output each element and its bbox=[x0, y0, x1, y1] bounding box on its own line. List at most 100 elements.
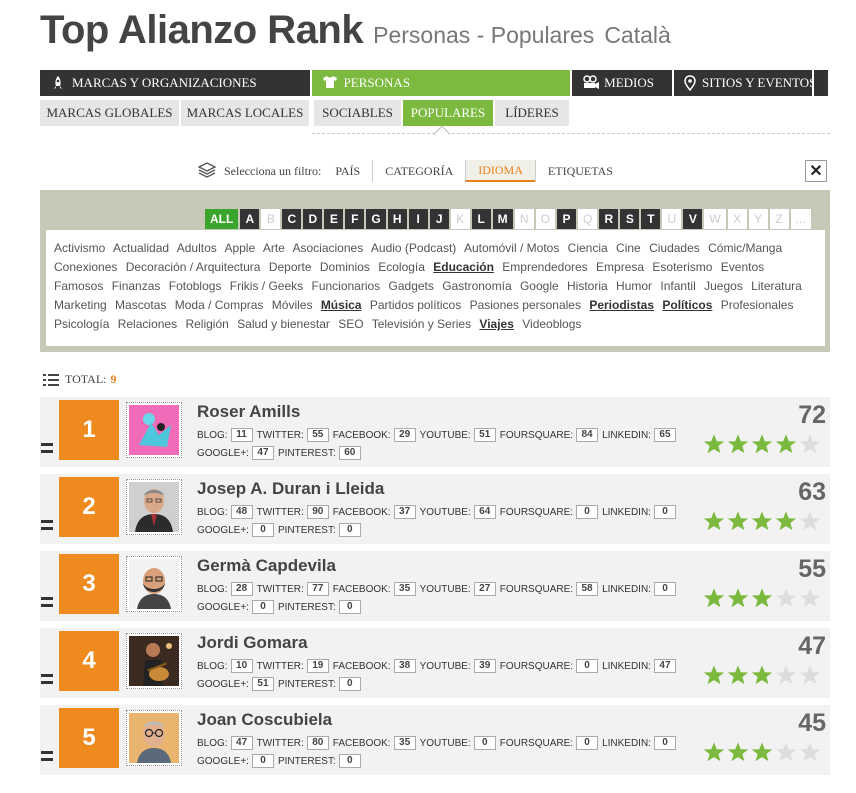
tab-marcas-locales[interactable]: MARCAS LOCALES bbox=[181, 100, 309, 126]
ranking-row[interactable]: 3 Germà Capdevila BLOG: 28 TWITTER: 77 FACEBOO… bbox=[40, 551, 830, 621]
tag-link[interactable]: Finanzas bbox=[112, 279, 161, 293]
tag-link[interactable]: Partidos políticos bbox=[370, 298, 461, 312]
letter-filter-f[interactable]: F bbox=[344, 208, 366, 230]
close-filter-button[interactable]: ✕ bbox=[805, 160, 827, 182]
tag-link[interactable]: Audio (Podcast) bbox=[371, 241, 456, 255]
filter-tab-idioma[interactable]: IDIOMA bbox=[465, 160, 535, 182]
avatar[interactable] bbox=[126, 710, 182, 766]
letter-filter-d[interactable]: D bbox=[302, 208, 324, 230]
tag-link[interactable]: Infantil bbox=[660, 279, 695, 293]
tag-link[interactable]: Ciudades bbox=[649, 241, 700, 255]
tag-link[interactable]: Esoterismo bbox=[652, 260, 712, 274]
tag-link[interactable]: Frikis / Geeks bbox=[230, 279, 303, 293]
tag-link[interactable]: Cine bbox=[616, 241, 641, 255]
tab-lideres[interactable]: LÍDERES bbox=[495, 100, 569, 126]
tag-link[interactable]: Marketing bbox=[54, 298, 107, 312]
tag-link[interactable]: Gastronomía bbox=[442, 279, 511, 293]
letter-filter-j[interactable]: J bbox=[428, 208, 450, 230]
nav-sitios-eventos[interactable]: SITIOS Y EVENTOS bbox=[674, 70, 816, 96]
letter-filter-r[interactable]: R bbox=[598, 208, 620, 230]
tag-link[interactable]: Historia bbox=[567, 279, 608, 293]
tag-link[interactable]: Funcionarios bbox=[311, 279, 380, 293]
tag-link[interactable]: Televisión y Series bbox=[372, 317, 471, 331]
avatar[interactable] bbox=[126, 479, 182, 535]
tag-link[interactable]: Asociaciones bbox=[293, 241, 364, 255]
letter-filter-s[interactable]: S bbox=[619, 208, 641, 230]
filter-tab-pais[interactable]: PAÍS bbox=[329, 160, 372, 182]
person-name[interactable]: Jordi Gomara bbox=[197, 633, 308, 653]
tab-populares[interactable]: POPULARES bbox=[403, 100, 493, 126]
avatar[interactable] bbox=[126, 633, 182, 689]
letter-filter-h[interactable]: H bbox=[386, 208, 408, 230]
tag-link[interactable]: Ecología bbox=[378, 260, 425, 274]
tag-link[interactable]: Psicología bbox=[54, 317, 109, 331]
person-name[interactable]: Germà Capdevila bbox=[197, 556, 336, 576]
letter-filter-p[interactable]: P bbox=[556, 208, 578, 230]
tag-link[interactable]: Apple bbox=[224, 241, 255, 255]
tag-link[interactable]: Moda / Compras bbox=[175, 298, 264, 312]
tag-link[interactable]: Automóvil / Motos bbox=[464, 241, 559, 255]
tag-link[interactable]: SEO bbox=[338, 317, 363, 331]
tag-link[interactable]: Empresa bbox=[596, 260, 644, 274]
letter-filter-c[interactable]: C bbox=[281, 208, 303, 230]
tag-link[interactable]: Viajes bbox=[479, 317, 513, 331]
tag-link[interactable]: Famosos bbox=[54, 279, 103, 293]
ranking-row[interactable]: 1 Roser Amills BLOG: 11 TWITTER: 55 FACEBOOK: 2… bbox=[40, 397, 830, 467]
tag-link[interactable]: Emprendedores bbox=[502, 260, 587, 274]
nav-personas[interactable]: PERSONAS bbox=[311, 70, 571, 96]
person-name[interactable]: Roser Amills bbox=[197, 402, 300, 422]
tag-link[interactable]: Mascotas bbox=[115, 298, 166, 312]
filter-tab-etiquetas[interactable]: ETIQUETAS bbox=[534, 160, 625, 182]
ranking-row[interactable]: 5 Joan Coscubiela BLOG: 47 TWITTER: 80 FACEBOO… bbox=[40, 705, 830, 775]
tag-link[interactable]: Literatura bbox=[751, 279, 802, 293]
ranking-row[interactable]: 4 Jordi Gomara BLOG: 10 TWITTER: 19 FACEBOOK: 3… bbox=[40, 628, 830, 698]
tag-link[interactable]: Ciencia bbox=[568, 241, 608, 255]
letter-filter-m[interactable]: M bbox=[491, 208, 514, 230]
tag-link[interactable]: Fotoblogs bbox=[169, 279, 222, 293]
avatar[interactable] bbox=[126, 402, 182, 458]
tag-link[interactable]: Música bbox=[321, 298, 362, 312]
tag-link[interactable]: Profesionales bbox=[721, 298, 794, 312]
tag-link[interactable]: Gadgets bbox=[389, 279, 434, 293]
letter-filter-e[interactable]: E bbox=[323, 208, 345, 230]
tag-link[interactable]: Educación bbox=[433, 260, 494, 274]
tag-link[interactable]: Conexiones bbox=[54, 260, 117, 274]
ranking-row[interactable]: 2 Josep A. Duran i Lleida BLOG: 48 TWITTER: 9… bbox=[40, 474, 830, 544]
tag-link[interactable]: Dominios bbox=[320, 260, 370, 274]
tab-marcas-globales[interactable]: MARCAS GLOBALES bbox=[40, 100, 179, 126]
letter-filter-l[interactable]: L bbox=[470, 208, 492, 230]
person-name[interactable]: Joan Coscubiela bbox=[197, 710, 332, 730]
avatar[interactable] bbox=[126, 556, 182, 612]
tag-link[interactable]: Periodistas bbox=[589, 298, 654, 312]
tag-link[interactable]: Salud y bienestar bbox=[237, 317, 330, 331]
person-name[interactable]: Josep A. Duran i Lleida bbox=[197, 479, 384, 499]
letter-filter-g[interactable]: G bbox=[365, 208, 387, 230]
tag-link[interactable]: Humor bbox=[616, 279, 652, 293]
tag-link[interactable]: Pasiones personales bbox=[470, 298, 581, 312]
tag-link[interactable]: Relaciones bbox=[118, 317, 177, 331]
letter-filter-all[interactable]: ALL bbox=[204, 208, 240, 230]
tag-link[interactable]: Google bbox=[520, 279, 559, 293]
tag-link[interactable]: Juegos bbox=[704, 279, 743, 293]
tag-link[interactable]: Eventos bbox=[721, 260, 764, 274]
tag-link[interactable]: Videoblogs bbox=[522, 317, 581, 331]
tab-sociables[interactable]: SOCIABLES bbox=[314, 100, 401, 126]
letter-filter-i[interactable]: I bbox=[407, 208, 429, 230]
letter-filter-v[interactable]: V bbox=[682, 208, 704, 230]
nav-medios[interactable]: MEDIOS bbox=[572, 70, 673, 96]
tag-link[interactable]: Actualidad bbox=[113, 241, 169, 255]
nav-marcas-organizaciones[interactable]: MARCAS Y ORGANIZACIONES bbox=[40, 70, 310, 96]
filter-tab-categoria[interactable]: CATEGORÍA bbox=[372, 160, 465, 182]
tag-link[interactable]: Adultos bbox=[177, 241, 217, 255]
tag-link[interactable]: Móviles bbox=[272, 298, 313, 312]
tag-link[interactable]: Cómic/Manga bbox=[708, 241, 782, 255]
tag-link[interactable]: Decoración / Arquitectura bbox=[126, 260, 261, 274]
letter-filter-a[interactable]: A bbox=[239, 208, 261, 230]
tag-link[interactable]: Activismo bbox=[54, 241, 105, 255]
tag-link[interactable]: Deporte bbox=[269, 260, 312, 274]
stat-label-blog: BLOG: bbox=[197, 737, 228, 749]
tag-link[interactable]: Religión bbox=[185, 317, 228, 331]
tag-link[interactable]: Arte bbox=[263, 241, 285, 255]
tag-link[interactable]: Políticos bbox=[662, 298, 712, 312]
letter-filter-t[interactable]: T bbox=[640, 208, 662, 230]
